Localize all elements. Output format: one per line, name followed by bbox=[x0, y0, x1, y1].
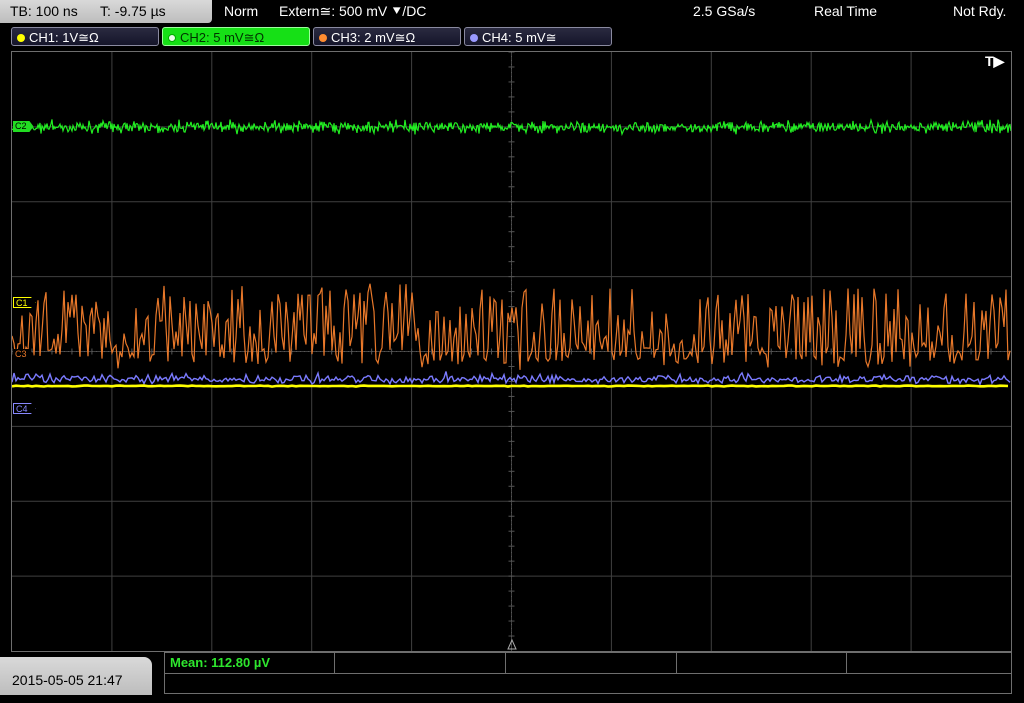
acquisition-mode: Real Time bbox=[814, 3, 878, 19]
ch3-offset-marker[interactable]: C3 bbox=[13, 349, 34, 360]
ch3-color-dot bbox=[319, 34, 327, 42]
tab-ch1[interactable]: CH1: 1V≅Ω bbox=[11, 27, 159, 46]
tab-ch1-label: CH1: 1V≅Ω bbox=[29, 30, 99, 45]
ch2-offset-marker[interactable]: C2 bbox=[13, 121, 34, 132]
trigger-source[interactable]: Extern≅: 500 mV ⯆/DC bbox=[279, 0, 426, 23]
trigger-level-marker[interactable]: T▶ bbox=[985, 53, 1004, 70]
measurement-cell[interactable] bbox=[506, 653, 677, 673]
ch4-color-dot bbox=[470, 34, 478, 42]
tab-ch2[interactable]: CH2: 5 mV≅Ω bbox=[162, 27, 310, 46]
timebase-value: TB: 100 ns bbox=[10, 3, 78, 19]
ch4-offset-marker[interactable]: C4 bbox=[13, 403, 36, 414]
measurement-mean: Mean: 112.80 µV bbox=[170, 655, 270, 670]
datetime-display: 2015-05-05 21:47 bbox=[0, 657, 152, 695]
tab-ch3[interactable]: CH3: 2 mV≅Ω bbox=[313, 27, 461, 46]
waveform-display[interactable] bbox=[11, 51, 1012, 652]
tab-ch3-label: CH3: 2 mV≅Ω bbox=[331, 30, 416, 45]
measurement-table[interactable]: Mean: 112.80 µV bbox=[164, 652, 1012, 694]
tab-ch2-label: CH2: 5 mV≅Ω bbox=[180, 30, 265, 45]
waveform-canvas bbox=[12, 52, 1011, 651]
channel-tabs: CH1: 1V≅Ω CH2: 5 mV≅Ω CH3: 2 mV≅Ω CH4: 5… bbox=[0, 27, 1024, 47]
measurement-cell[interactable] bbox=[335, 653, 506, 673]
trigger-mode[interactable]: Norm bbox=[224, 0, 258, 23]
measurement-row-2 bbox=[165, 673, 1011, 674]
timebase-box[interactable]: TB: 100 ns T: -9.75 µs bbox=[0, 0, 212, 23]
trigger-time-value: T: -9.75 µs bbox=[100, 3, 166, 19]
ch1-offset-marker[interactable]: C1 bbox=[13, 297, 36, 308]
ch2-color-dot bbox=[168, 34, 176, 42]
ch1-color-dot bbox=[17, 34, 25, 42]
sample-rate: 2.5 GSa/s bbox=[693, 3, 756, 19]
measurement-cell[interactable] bbox=[677, 653, 847, 673]
status-bar: TB: 100 ns T: -9.75 µs Norm Extern≅: 500… bbox=[0, 0, 1024, 24]
ch1-trace bbox=[12, 384, 1009, 388]
footer: 2015-05-05 21:47 Mean: 112.80 µV bbox=[0, 652, 1024, 695]
tab-ch4[interactable]: CH4: 5 mV≅ bbox=[464, 27, 612, 46]
measurement-cell[interactable]: Mean: 112.80 µV bbox=[165, 653, 335, 673]
tab-ch4-label: CH4: 5 mV≅ bbox=[482, 30, 557, 45]
ready-state: Not Rdy. bbox=[953, 3, 1007, 19]
graticule bbox=[12, 52, 1011, 651]
measurement-cell[interactable] bbox=[847, 653, 1013, 673]
